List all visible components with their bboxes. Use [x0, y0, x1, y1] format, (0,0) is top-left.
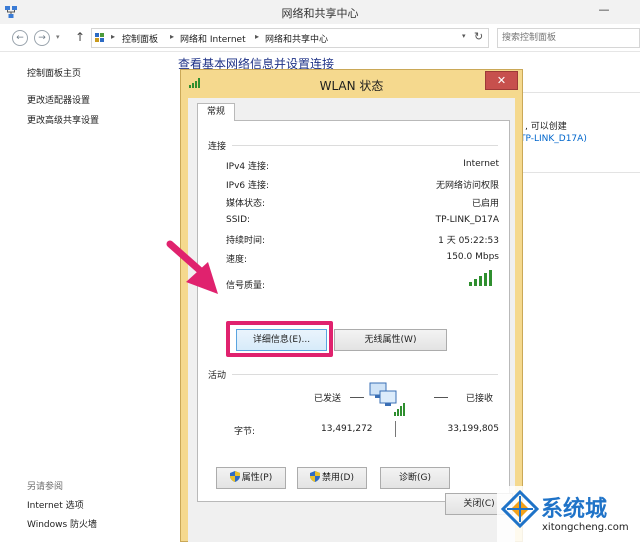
row-label: IPv4 连接: — [226, 162, 270, 172]
signal-bar — [489, 270, 492, 286]
connection-group-label: 连接 — [208, 142, 227, 152]
dialog-title: WLAN 状态 — [319, 79, 384, 93]
minimize-button[interactable]: — — [595, 3, 613, 19]
address-bar: ← → ▾ ↑ ▸ 控制面板 ▸ 网络和 Internet ▸ 网络和共享中心 … — [0, 24, 640, 52]
wireless-properties-button[interactable]: 无线属性(W) — [334, 329, 447, 351]
row-value: TP-LINK_D17A — [435, 215, 499, 225]
divider — [520, 92, 640, 93]
annotation-arrow-icon — [166, 240, 218, 294]
chevron-down-icon[interactable]: ▾ — [462, 32, 466, 40]
breadcrumb-sharing-center[interactable]: 网络和共享中心 — [265, 32, 328, 45]
sent-label: 已发送 — [314, 394, 342, 404]
breadcrumb-separator: ▸ — [111, 32, 116, 41]
disable-button[interactable]: 禁用(D) — [297, 467, 367, 489]
dialog-body: 常规 连接 IPv4 连接: Internet IPv6 连接: 无网络访问权限… — [188, 98, 515, 542]
signal-bar — [474, 279, 477, 286]
breadcrumb-separator: ▸ — [255, 32, 260, 41]
wlan-status-dialog: WLAN 状态 ✕ 常规 连接 IPv4 连接: Internet IPv6 连… — [180, 69, 523, 542]
bytes-sent-value: 13,491,272 — [321, 424, 373, 434]
signal-bar — [479, 276, 482, 286]
back-button[interactable]: ← — [12, 30, 28, 46]
shield-icon — [310, 471, 321, 482]
highlight-box — [226, 321, 333, 357]
divider — [520, 172, 640, 173]
nav-internet-options[interactable]: Internet 选项 — [27, 498, 84, 511]
activity-group-label: 活动 — [208, 371, 227, 381]
nav-windows-firewall[interactable]: Windows 防火墙 — [27, 517, 97, 530]
breadcrumb-control-panel[interactable]: 控制面板 — [122, 32, 158, 45]
breadcrumb-network-internet[interactable]: 网络和 Internet — [180, 32, 246, 45]
divider — [434, 397, 448, 398]
brand-url: xitongcheng.com — [542, 522, 629, 533]
network-activity-icon — [369, 382, 405, 416]
row-value: Internet — [463, 159, 499, 169]
tab-panel: 连接 IPv4 连接: Internet IPv6 连接: 无网络访问权限 媒体… — [197, 120, 510, 502]
control-panel-icon — [95, 33, 104, 42]
diagnose-button[interactable]: 诊断(G) — [380, 467, 450, 489]
row-value: 已启用 — [471, 199, 499, 209]
up-button[interactable]: ↑ — [74, 30, 86, 46]
left-nav: 控制面板主页 更改适配器设置 更改高级共享设置 另请参阅 Internet 选项… — [0, 52, 175, 542]
disable-button-label: 禁用(D) — [322, 473, 354, 483]
refresh-icon[interactable]: ↻ — [474, 30, 483, 43]
row-label: SSID: — [226, 215, 251, 225]
signal-strength-icon — [469, 270, 492, 286]
watermark: 系统城 xitongcheng.com — [497, 486, 640, 542]
partial-text: , 可以创建 — [525, 122, 567, 132]
see-also-label: 另请参阅 — [27, 482, 64, 492]
divider — [395, 421, 396, 437]
dialog-titlebar: WLAN 状态 ✕ — [181, 70, 522, 98]
bytes-label: 字节: — [234, 427, 256, 437]
row-value: 150.0 Mbps — [446, 252, 499, 262]
nav-change-advanced-sharing[interactable]: 更改高级共享设置 — [27, 113, 99, 126]
shield-icon — [229, 471, 240, 482]
search-input[interactable] — [502, 31, 632, 45]
nav-control-panel-home[interactable]: 控制面板主页 — [27, 66, 81, 79]
properties-button[interactable]: 属性(P) — [216, 467, 286, 489]
network-link[interactable]: TP-LINK_D17A) — [520, 134, 587, 144]
row-label: IPv6 连接: — [226, 181, 270, 191]
breadcrumb-separator: ▸ — [170, 32, 175, 41]
signal-bar — [469, 282, 472, 286]
signal-bar — [484, 273, 487, 286]
bytes-received-value: 33,199,805 — [447, 424, 499, 434]
divider — [350, 397, 364, 398]
divider — [232, 374, 498, 375]
search-box[interactable] — [497, 28, 640, 48]
row-value: 1 天 05:22:53 — [438, 236, 499, 246]
brand-name: 系统城 — [541, 497, 608, 522]
nav-change-adapter-settings[interactable]: 更改适配器设置 — [27, 93, 90, 106]
tab-general[interactable]: 常规 — [197, 103, 235, 121]
breadcrumb[interactable]: ▸ 控制面板 ▸ 网络和 Internet ▸ 网络和共享中心 ▾ ↻ — [91, 28, 489, 48]
window-titlebar: 网络和共享中心 — — [0, 0, 640, 24]
row-label: 媒体状态: — [226, 199, 266, 209]
properties-button-label: 属性(P) — [241, 473, 273, 483]
close-button[interactable]: ✕ — [485, 71, 518, 90]
brand-logo-icon — [501, 490, 539, 528]
forward-button[interactable]: → — [34, 30, 50, 46]
recent-dropdown-icon[interactable]: ▾ — [56, 33, 60, 41]
received-label: 已接收 — [466, 394, 494, 404]
row-value: 无网络访问权限 — [435, 181, 499, 191]
window-title: 网络和共享中心 — [281, 7, 359, 20]
divider — [232, 145, 498, 146]
